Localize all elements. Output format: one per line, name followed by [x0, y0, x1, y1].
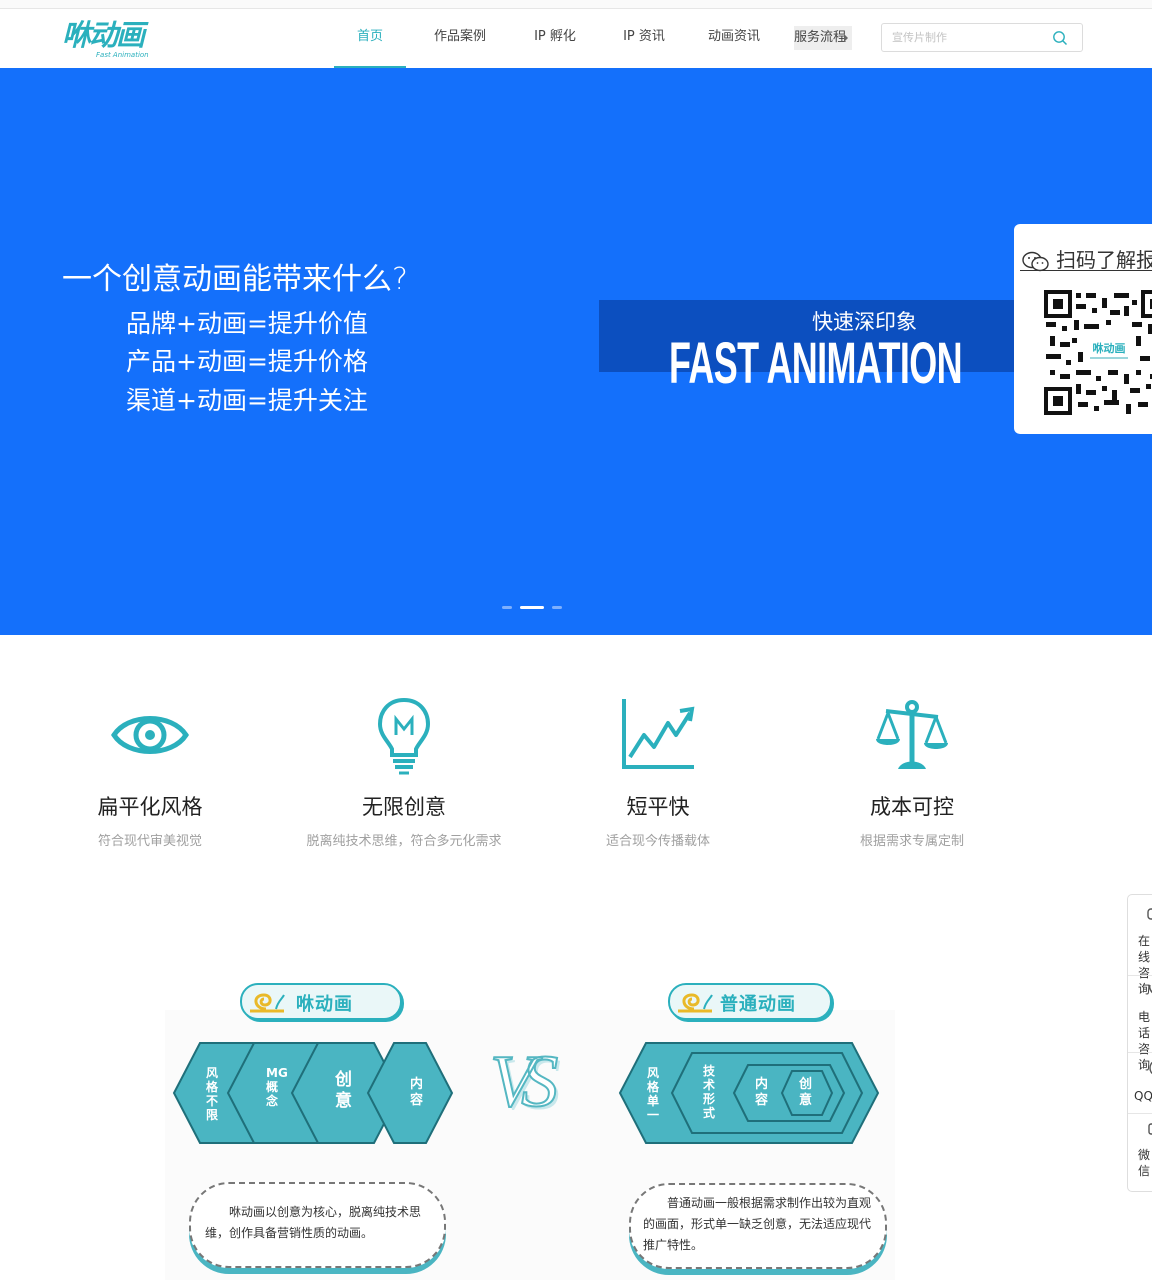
label-text: 咻动画 [296, 994, 353, 1015]
logo-text: 咻动画 [62, 18, 145, 52]
qr-divider [1020, 270, 1152, 271]
carousel-dots [502, 606, 562, 609]
float-wechat[interactable]: 微信 [1128, 1117, 1152, 1187]
banner-line: 产品+动画=提升价格 [126, 347, 368, 376]
lightbulb-icon [377, 697, 431, 775]
nav-home[interactable]: 首页 [334, 9, 406, 68]
qr-caption-text: 扫码了解报价 [1056, 248, 1152, 272]
nav-ip-incubation[interactable]: IP 孵化 [514, 9, 596, 68]
hex-label: 内容 [755, 1077, 769, 1108]
carousel-dot[interactable] [502, 606, 512, 609]
hex-label: 风格单一 [647, 1066, 660, 1122]
banner-line: 渠道+动画=提升关注 [126, 386, 368, 415]
nav-ip-news[interactable]: IP 资讯 [596, 9, 692, 68]
label-xiu-animation: 咻动画 [240, 983, 402, 1020]
float-divider [1128, 1052, 1152, 1053]
float-divider [1128, 975, 1152, 976]
feature-flat-style: 扁平化风格 符合现代审美视觉 [35, 695, 265, 855]
label-text: 普通动画 [720, 994, 796, 1015]
feature-desc: 根据需求专属定制 [859, 834, 964, 849]
qr-code-image: 咻动画 [1044, 290, 1152, 415]
float-label: 微信 [1138, 1148, 1151, 1178]
float-divider [1128, 1113, 1152, 1114]
nav-animation-news[interactable]: 动画资讯 [692, 9, 776, 68]
feature-title: 扁平化风格 [97, 795, 203, 819]
feature-title: 无限创意 [362, 795, 446, 819]
nav-scroll-arrow-icon[interactable] [844, 34, 848, 42]
feature-title: 成本可控 [870, 795, 954, 819]
phone-icon [1148, 984, 1152, 994]
search-icon[interactable] [1052, 30, 1068, 46]
feature-title: 短平快 [626, 795, 690, 819]
nav-cases[interactable]: 作品案例 [406, 9, 514, 68]
hex-label: 风格不限 [206, 1066, 219, 1122]
feature-desc: 脱离纯技术思维，符合多元化需求 [306, 834, 502, 849]
floating-contact-bar: 在线咨询 电话咨询 QQ 微信 [1127, 894, 1152, 1192]
nav-service-process[interactable]: 服务流程 [794, 26, 852, 50]
search-box [881, 23, 1083, 52]
banner-slogan-box: 快速深印象 FAST ANIMATION [599, 300, 1014, 396]
snail-icon [678, 993, 713, 1013]
scale-icon [876, 700, 948, 769]
site-header: 咻动画 Fast Animation 首页 作品案例 IP 孵化 IP 资讯 动… [0, 9, 1152, 68]
carousel-dot[interactable] [552, 606, 562, 609]
xiu-description: 咻动画以创意为核心，脱离纯技术思维，创作具备营销性质的动画。 [189, 1182, 446, 1268]
snail-icon [250, 993, 285, 1013]
top-strip [0, 0, 1152, 9]
label-common-animation: 普通动画 [668, 983, 832, 1020]
float-phone-consult[interactable]: 电话咨询 [1128, 979, 1152, 1072]
vs-mark: VS [489, 1040, 559, 1124]
feature-short-fast: 短平快 适合现今传播载体 [543, 695, 773, 855]
banner-title: 一个创意动画能带来什么? [62, 262, 408, 297]
growth-chart-icon [622, 699, 695, 769]
hex-label: 内容 [410, 1077, 424, 1108]
main-nav: 首页 作品案例 IP 孵化 IP 资讯 动画资讯 [334, 9, 776, 68]
hero-banner[interactable]: 一个创意动画能带来什么? 品牌+动画=提升价值 产品+动画=提升价格 渠道+动画… [0, 68, 1152, 635]
banner-big-text: FAST ANIMATION [669, 331, 963, 396]
hex-label: 创意 [799, 1077, 813, 1108]
svg-text:咻动画: 咻动画 [1093, 341, 1126, 355]
hex-label: 技术形式 [703, 1064, 716, 1120]
banner-line: 品牌+动画=提升价值 [126, 309, 368, 338]
feature-cost-control: 成本可控 根据需求专属定制 [797, 695, 1027, 855]
float-label: QQ [1134, 1089, 1152, 1103]
qr-caption: 扫码了解报价 [1022, 244, 1152, 273]
feature-desc: 适合现今传播载体 [605, 834, 710, 849]
common-description: 普通动画一般根据需求制作出较为直观的画面，形式单一缺乏创意，无法适应现代推广特性… [629, 1183, 887, 1269]
search-input[interactable] [892, 28, 1042, 47]
eye-icon [111, 716, 189, 754]
hex-label: 创意 [335, 1070, 352, 1111]
float-qq[interactable]: QQ [1128, 1055, 1152, 1113]
nav-service-label: 服务流程 [794, 30, 847, 45]
logo[interactable]: 咻动画 Fast Animation [62, 19, 162, 65]
feature-desc: 符合现代审美视觉 [97, 834, 202, 849]
hex-label: MG概念 [266, 1066, 288, 1108]
float-online-consult[interactable]: 在线咨询 [1128, 903, 1152, 996]
logo-subtitle: Fast Animation [96, 51, 149, 59]
carousel-dot-active[interactable] [520, 606, 544, 609]
chat-icon [1147, 908, 1152, 920]
wechat-icon [1148, 1123, 1152, 1135]
qr-popup: 扫码了解报价 咻动画 [1014, 224, 1152, 434]
feature-unlimited-creativity: 无限创意 脱离纯技术思维，符合多元化需求 [289, 695, 519, 855]
qq-icon [1149, 1061, 1152, 1075]
